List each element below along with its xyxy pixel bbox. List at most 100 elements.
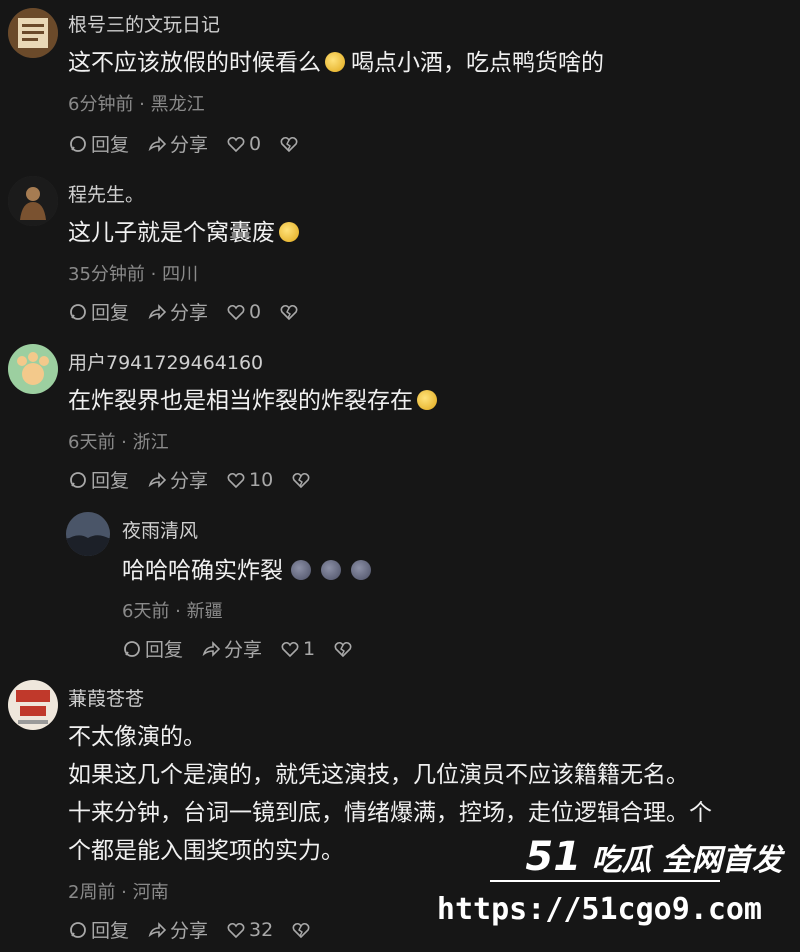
emoji-icon — [279, 222, 299, 242]
like-button[interactable]: 0 — [226, 133, 261, 155]
share-button[interactable]: 分享 — [147, 466, 208, 493]
share-arrow-icon — [202, 640, 221, 657]
comment-line: 十来分钟，台词一镜到底，情绪爆满，控场，走位逻辑合理。个 — [68, 800, 712, 826]
dislike-button[interactable] — [291, 920, 314, 940]
comment-line: 不太像演的。 — [68, 724, 206, 750]
comment-meta: 35分钟前 · 四川 — [68, 264, 199, 285]
comment-meta: 6天前 · 新疆 — [122, 601, 223, 622]
comment-text-part: 这儿子就是个窝囊废 — [68, 220, 275, 246]
reply-label: 回复 — [91, 920, 130, 942]
broken-heart-icon — [292, 472, 310, 488]
comment-line: 个都是能入围奖项的实力。 — [68, 838, 344, 864]
comment-bubble-icon — [70, 471, 86, 488]
comment-text-part: 这不应该放假的时候看么 — [68, 50, 321, 76]
comment-bubble-icon — [124, 640, 140, 657]
comment-text: 这儿子就是个窝囊废 — [68, 214, 299, 252]
comment-bubble-icon — [70, 921, 86, 938]
comment-author[interactable]: 蒹葭苍苍 — [68, 684, 144, 711]
emoji-icon — [325, 52, 345, 72]
share-button[interactable]: 分享 — [201, 635, 262, 662]
share-arrow-icon — [148, 921, 167, 938]
heart-icon — [227, 922, 245, 938]
broken-heart-icon — [280, 304, 298, 320]
heart-icon — [227, 472, 245, 488]
comment-text: 哈哈哈确实炸裂 — [122, 552, 371, 590]
comment-text-part: 在炸裂界也是相当炸裂的炸裂存在 — [68, 388, 413, 414]
comment-actions: 回复 分享 1 — [122, 635, 374, 662]
watermark-logo-text: 吃瓜 全网首发 — [591, 843, 782, 878]
avatar[interactable] — [8, 680, 58, 730]
reply-label: 回复 — [145, 639, 184, 661]
comment-author[interactable]: 夜雨清风 — [122, 516, 198, 543]
like-count: 32 — [249, 918, 274, 941]
avatar[interactable] — [66, 512, 110, 556]
reply-button[interactable]: 回复 — [122, 635, 183, 662]
broken-heart-icon — [292, 922, 310, 938]
comment-author[interactable]: 程先生。 — [68, 180, 144, 207]
comment-author[interactable]: 根号三的文玩日记 — [68, 10, 220, 37]
heart-icon — [227, 304, 245, 320]
like-button[interactable]: 0 — [226, 301, 261, 323]
reply-label: 回复 — [91, 134, 130, 156]
emoji-icon — [291, 560, 311, 580]
watermark-logo: 51 吃瓜 全网首发 — [525, 834, 782, 880]
reply-button[interactable]: 回复 — [68, 466, 129, 493]
share-arrow-icon — [148, 303, 167, 320]
share-arrow-icon — [148, 135, 167, 152]
comment-actions: 回复 分享 32 — [68, 916, 332, 943]
avatar[interactable] — [8, 344, 58, 394]
comment-meta: 2周前 · 河南 — [68, 882, 169, 903]
heart-icon — [227, 136, 245, 152]
like-button[interactable]: 10 — [226, 469, 273, 491]
share-label: 分享 — [170, 920, 209, 942]
like-button[interactable]: 32 — [226, 919, 273, 941]
share-label: 分享 — [170, 134, 209, 156]
share-button[interactable]: 分享 — [147, 916, 208, 943]
emoji-icon — [351, 560, 371, 580]
comment-actions: 回复 分享 10 — [68, 466, 332, 493]
emoji-icon — [321, 560, 341, 580]
comment-bubble-icon — [70, 303, 86, 320]
comment-meta: 6分钟前 · 黑龙江 — [68, 94, 205, 115]
dislike-button[interactable] — [291, 470, 314, 490]
like-count: 1 — [303, 637, 316, 660]
watermark-line — [490, 880, 720, 882]
dislike-button[interactable] — [333, 639, 356, 659]
reply-label: 回复 — [91, 302, 130, 324]
reply-label: 回复 — [91, 470, 130, 492]
comment-actions: 回复 分享 0 — [68, 130, 320, 157]
like-button[interactable]: 1 — [280, 638, 315, 660]
share-arrow-icon — [148, 471, 167, 488]
share-label: 分享 — [170, 302, 209, 324]
reply-button[interactable]: 回复 — [68, 130, 129, 157]
comment-actions: 回复 分享 0 — [68, 298, 320, 325]
comment-author[interactable]: 用户7941729464160 — [68, 348, 263, 375]
comment-line: 如果这几个是演的，就凭这演技，几位演员不应该籍籍无名。 — [68, 762, 689, 788]
comment-meta: 6天前 · 浙江 — [68, 432, 169, 453]
share-label: 分享 — [170, 470, 209, 492]
comment-text: 在炸裂界也是相当炸裂的炸裂存在 — [68, 382, 437, 420]
watermark-url: https://51cgo9.com — [436, 892, 762, 927]
share-button[interactable]: 分享 — [147, 130, 208, 157]
like-count: 10 — [249, 468, 274, 491]
like-count: 0 — [249, 300, 262, 323]
dislike-button[interactable] — [279, 302, 302, 322]
broken-heart-icon — [280, 136, 298, 152]
share-button[interactable]: 分享 — [147, 298, 208, 325]
broken-heart-icon — [334, 641, 352, 657]
heart-icon — [281, 641, 299, 657]
comment-text: 这不应该放假的时候看么 喝点小酒，吃点鸭货啥的 — [68, 44, 604, 82]
reply-button[interactable]: 回复 — [68, 916, 129, 943]
comment-text-part: 喝点小酒，吃点鸭货啥的 — [351, 50, 604, 76]
share-label: 分享 — [224, 639, 263, 661]
comment-text-part: 哈哈哈确实炸裂 — [122, 558, 283, 584]
watermark-logo-number: 51 — [525, 834, 582, 880]
watermark: 51 吃瓜 全网首发 https://51cgo9.com — [437, 834, 790, 944]
reply-button[interactable]: 回复 — [68, 298, 129, 325]
avatar[interactable] — [8, 8, 58, 58]
avatar[interactable] — [8, 176, 58, 226]
like-count: 0 — [249, 132, 262, 155]
emoji-icon — [417, 390, 437, 410]
dislike-button[interactable] — [279, 134, 302, 154]
comment-bubble-icon — [70, 135, 86, 152]
